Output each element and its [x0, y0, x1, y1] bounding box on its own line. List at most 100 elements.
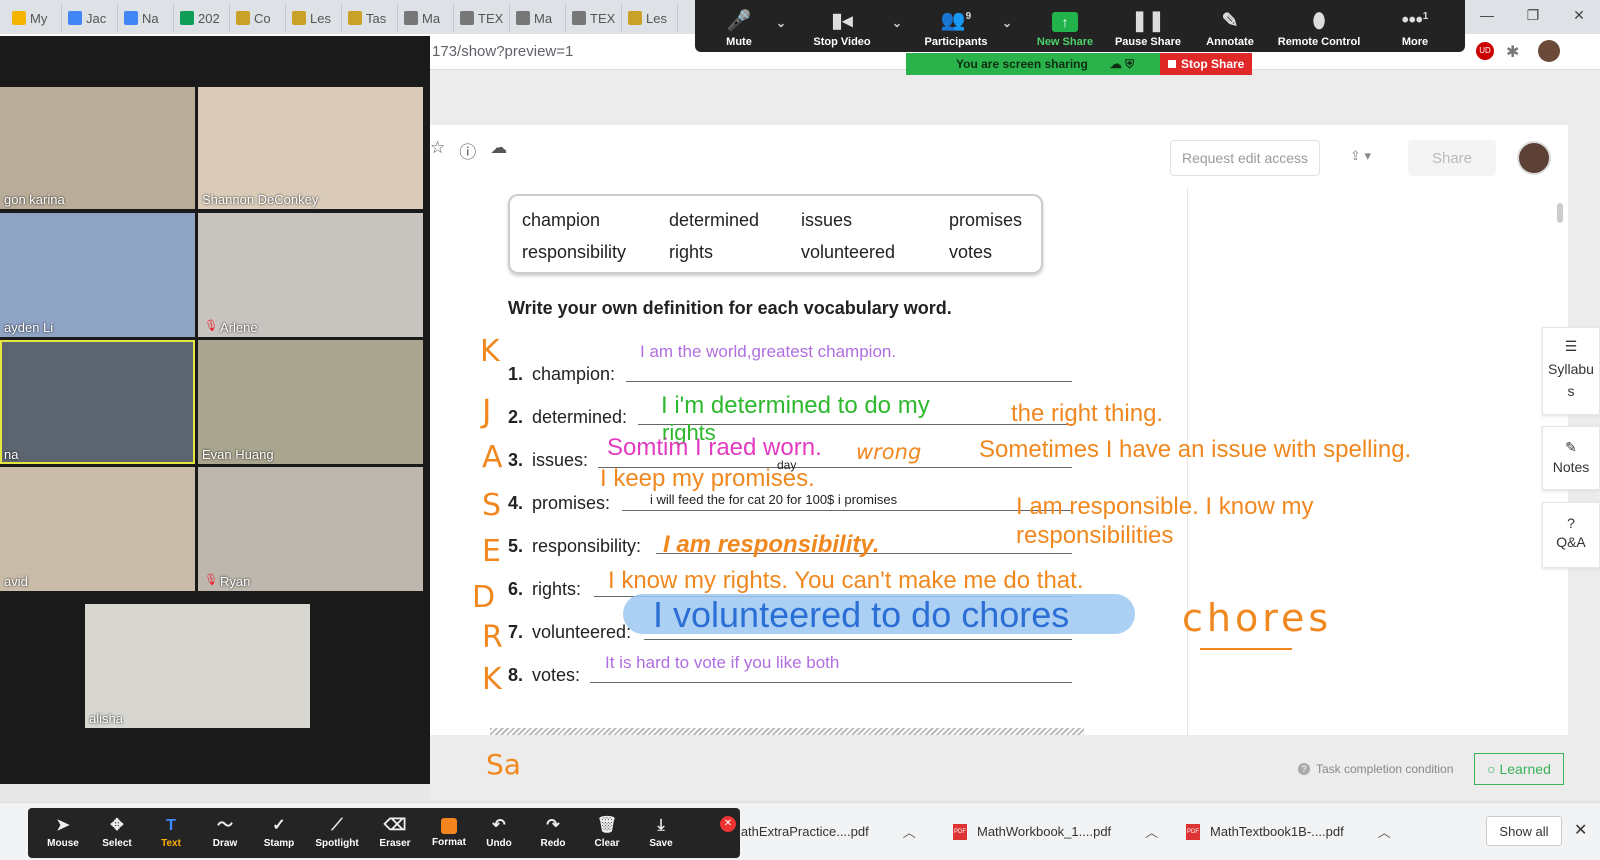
video-options-chevron-icon[interactable]: ⌄ — [887, 0, 907, 52]
tab-label: 202 — [198, 10, 220, 26]
close-window-button[interactable]: ✕ — [1556, 0, 1600, 30]
scrollbar-thumb[interactable] — [1557, 203, 1563, 223]
profile-avatar[interactable] — [1538, 40, 1560, 62]
annotation-text: I am responsible. I know my — [1016, 493, 1314, 520]
mouse-tool[interactable]: ➤ Mouse — [36, 808, 90, 858]
video-tile[interactable]: Shannon DeConkey — [198, 87, 423, 209]
stop-video-label: Stop Video — [813, 36, 871, 48]
extension-ud-icon[interactable]: UD — [1476, 42, 1494, 60]
participants-options-chevron-icon[interactable]: ⌄ — [997, 0, 1017, 52]
browser-tab[interactable]: Jac — [62, 4, 118, 32]
browser-tab[interactable]: Les — [286, 4, 342, 32]
video-tile[interactable]: Evan Huang — [198, 340, 423, 464]
browser-tab[interactable]: My — [6, 4, 62, 32]
video-tile[interactable]: 🎙 Arlene — [198, 213, 423, 337]
download-filename: MathExtraPractice....pdf — [730, 824, 869, 839]
eraser-tool[interactable]: ⌫ Eraser — [368, 808, 422, 858]
new-share-button[interactable]: ↑ New Share — [1025, 0, 1105, 52]
stop-video-button[interactable]: ▮◂ Stop Video — [805, 0, 879, 52]
question-number: 2. — [508, 407, 524, 427]
word-item: responsibility — [522, 242, 627, 262]
spotlight-tool[interactable]: ⟋ Spotlight — [310, 808, 364, 858]
video-tile[interactable]: avid — [0, 467, 195, 591]
chevron-up-icon[interactable]: ︿ — [1145, 822, 1158, 841]
question-label: votes: — [532, 665, 581, 685]
url-text[interactable]: 173/show?preview=1 — [432, 43, 573, 60]
chevron-up-icon[interactable]: ︿ — [1378, 822, 1391, 841]
question-number: 8. — [508, 665, 524, 685]
text-tool[interactable]: T Text — [144, 808, 198, 858]
browser-tab[interactable]: 202 — [174, 4, 230, 32]
video-tile[interactable]: ayden Li — [0, 213, 195, 337]
star-icon[interactable]: ☆ — [430, 138, 445, 163]
undo-tool[interactable]: ↶ Undo — [472, 808, 526, 858]
annotation-text: It is hard to vote if you like both — [605, 653, 840, 672]
stamp-tool[interactable]: ✓ Stamp — [252, 808, 306, 858]
browser-tab[interactable]: Ma — [398, 4, 454, 32]
draw-tool[interactable]: 〜 Draw — [198, 808, 252, 858]
request-edit-access-button[interactable]: Request edit access — [1170, 140, 1320, 176]
chevron-up-icon[interactable]: ︿ — [903, 822, 916, 841]
annotation-text: i will feed the for cat 20 for 100$ i pr… — [650, 492, 898, 507]
task-completion-condition[interactable]: ? Task completion condition — [1298, 762, 1453, 776]
restore-button[interactable]: ❐ — [1510, 0, 1556, 30]
download-item[interactable]: MathExtraPractice....pdf ︿ — [730, 822, 916, 841]
browser-tab[interactable]: Les — [622, 4, 678, 32]
tab-label: Les — [310, 10, 331, 26]
extensions-puzzle-icon[interactable]: ✱ — [1506, 42, 1524, 61]
screen-sharing-indicator[interactable]: You are screen sharing ☁ ⛨ — [906, 53, 1160, 75]
show-all-button[interactable]: Show all — [1486, 816, 1562, 846]
doc-user-avatar[interactable] — [1517, 141, 1551, 175]
pause-share-button[interactable]: ❚❚ Pause Share — [1109, 0, 1187, 52]
answer-line — [622, 510, 1072, 511]
learned-label: Learned — [1499, 761, 1551, 777]
clear-tool[interactable]: 🗑 Clear — [580, 808, 634, 858]
annotate-button[interactable]: ✎ Annotate — [1195, 0, 1265, 52]
browser-tab[interactable]: Co — [230, 4, 286, 32]
select-tool[interactable]: ✥ Select — [90, 808, 144, 858]
task-label: Task completion condition — [1316, 762, 1454, 776]
qa-button[interactable]: ? Q&A — [1542, 502, 1600, 568]
more-button[interactable]: •••1 More — [1385, 0, 1445, 52]
color-swatch-icon — [441, 818, 457, 834]
browser-tab[interactable]: Tas — [342, 4, 398, 32]
syllabus-button[interactable]: ☰ Syllabus — [1542, 327, 1600, 415]
close-downloads-icon[interactable]: ✕ — [1574, 820, 1587, 840]
video-tile[interactable]: gon karina — [0, 87, 195, 209]
question-number: 4. — [508, 493, 524, 513]
annotation-toolbar: ➤ Mouse ✥ Select T Text 〜 Draw ✓ Stamp ⟋ Spotl… — [28, 808, 740, 858]
learned-button[interactable]: ○ Learned — [1474, 753, 1564, 785]
info-icon[interactable]: ⓘ — [459, 138, 476, 163]
tool-label: Spotlight — [315, 838, 359, 849]
participants-icon: 👥9 — [940, 10, 972, 32]
browser-tab[interactable]: TEX — [566, 4, 622, 32]
video-tile[interactable]: alisha — [85, 604, 310, 728]
tool-label: Stamp — [263, 838, 295, 849]
participant-name: alisha — [89, 711, 123, 726]
browser-tab[interactable]: Ma — [510, 4, 566, 32]
save-tool[interactable]: ⤓ Save — [634, 808, 688, 858]
download-item[interactable]: PDF MathWorkbook_1....pdf ︿ — [953, 822, 1158, 841]
participants-button[interactable]: 👥9 Participants — [917, 0, 995, 52]
upload-icon[interactable]: ⇪ ▾ — [1350, 148, 1388, 170]
close-annotation-icon[interactable]: ✕ — [720, 816, 736, 832]
cloud-icon[interactable]: ☁ — [490, 138, 507, 163]
download-item[interactable]: PDF MathTextbook1B-....pdf ︿ — [1186, 822, 1391, 841]
mute-button[interactable]: 🎤 Mute — [709, 0, 769, 52]
format-tool[interactable]: Format — [422, 808, 476, 858]
stop-share-button[interactable]: Stop Share — [1160, 53, 1252, 75]
answer-line — [590, 682, 1072, 683]
notes-button[interactable]: ✎ Notes — [1542, 426, 1600, 490]
browser-tab[interactable]: TEX — [454, 4, 510, 32]
audio-options-chevron-icon[interactable]: ⌄ — [771, 0, 791, 52]
browser-tab[interactable]: Na — [118, 4, 174, 32]
question-label: volunteered: — [532, 622, 632, 642]
video-tile[interactable]: 🎙 Ryan — [198, 467, 423, 591]
tab-label: Jac — [86, 10, 107, 26]
remote-control-button[interactable]: ⬮ Remote Control — [1271, 0, 1367, 52]
tab-favicon-icon — [404, 11, 418, 25]
minimize-button[interactable]: — — [1464, 0, 1510, 30]
share-button[interactable]: Share — [1408, 140, 1496, 176]
redo-tool[interactable]: ↷ Redo — [526, 808, 580, 858]
video-tile[interactable]: na — [0, 340, 195, 464]
